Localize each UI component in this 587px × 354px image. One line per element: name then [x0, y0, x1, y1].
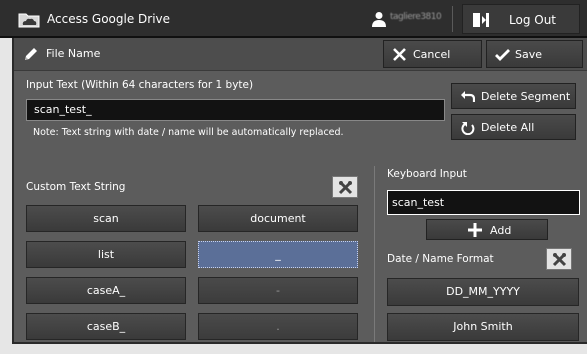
edit-custom-text-button[interactable] [332, 176, 358, 198]
add-label: Add [490, 224, 512, 237]
reset-icon [461, 122, 475, 135]
date-name-format-label: Date / Name Format [387, 253, 494, 265]
custom-text-period-button[interactable]: . [198, 313, 358, 340]
delete-all-button[interactable]: Delete All [451, 114, 576, 140]
custom-text-scan-button[interactable]: scan [26, 205, 186, 232]
panel-title: File Name [46, 47, 101, 60]
plus-icon [468, 223, 482, 237]
date-format-button[interactable]: DD_MM_YYYY [387, 278, 579, 306]
topbar-divider [452, 6, 453, 32]
custom-text-label: Custom Text String [26, 181, 126, 193]
user-info: tagliere3810 [372, 7, 460, 31]
custom-text-hyphen-button[interactable]: - [198, 277, 358, 304]
input-text-label: Input Text (Within 64 characters for 1 b… [26, 79, 254, 91]
add-button[interactable]: Add [426, 219, 548, 240]
keyboard-input-label: Keyboard Input [387, 168, 467, 180]
pencil-icon [25, 48, 37, 60]
delete-segment-label: Delete Segment [481, 90, 571, 103]
column-divider [374, 166, 375, 342]
custom-text-document-button[interactable]: document [198, 205, 358, 232]
user-icon [372, 12, 386, 27]
cancel-button[interactable]: Cancel [383, 40, 482, 68]
app-title: Access Google Drive [47, 12, 171, 26]
save-label: Save [515, 48, 543, 61]
custom-text-underscore-button[interactable]: _ [198, 241, 358, 268]
panel-header: File Name Cancel Save [14, 38, 587, 71]
custom-text-casea-button[interactable]: caseA_ [26, 277, 186, 304]
delete-segment-button[interactable]: Delete Segment [451, 83, 576, 109]
close-icon [393, 48, 406, 61]
user-name: tagliere3810 [390, 12, 442, 22]
checkmark-icon [495, 49, 510, 61]
logout-icon [473, 13, 489, 27]
cancel-label: Cancel [413, 48, 451, 61]
logout-label: Log Out [509, 13, 557, 27]
delete-all-label: Delete All [481, 121, 535, 134]
custom-text-list-button[interactable]: list [26, 241, 186, 268]
file-name-panel: File Name Cancel Save Input Text (Within… [12, 38, 587, 344]
undo-icon [461, 91, 475, 102]
save-button[interactable]: Save [486, 40, 583, 68]
input-text-field[interactable]: scan_test_ [26, 99, 445, 121]
name-format-button[interactable]: John Smith [387, 313, 579, 341]
cloud-folder-icon [18, 13, 40, 28]
keyboard-input-field[interactable]: scan_test [387, 190, 580, 215]
edit-date-name-button[interactable] [546, 248, 572, 270]
logout-button[interactable]: Log Out [462, 4, 580, 34]
tools-icon [552, 252, 567, 267]
input-text-note: Note: Text string with date / name will … [33, 127, 344, 138]
custom-text-caseb-button[interactable]: caseB_ [26, 313, 186, 340]
tools-icon [338, 180, 353, 195]
top-bar: Access Google Drive tagliere3810 Log Out [0, 0, 587, 38]
